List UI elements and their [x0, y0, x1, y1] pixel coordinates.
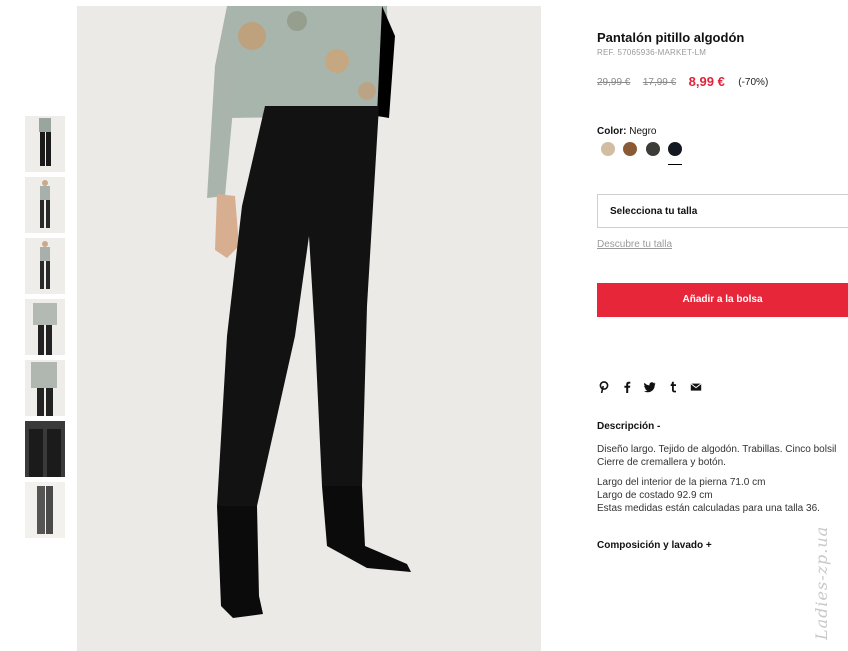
twitter-icon[interactable] — [643, 379, 657, 395]
tumblr-icon[interactable] — [666, 379, 680, 395]
price-current: 8,99 € — [688, 74, 725, 89]
measurement-outseam: Largo de costado 92.9 cm — [597, 490, 713, 501]
thumbnail-1[interactable] — [25, 116, 65, 172]
thumbnail-7[interactable] — [25, 482, 65, 538]
price-previous: 17,99 € — [642, 77, 677, 88]
description-line-1: Diseño largo. Tejido de algodón. Trabill… — [597, 444, 837, 455]
add-to-bag-button[interactable]: Añadir a la bolsa — [597, 283, 848, 317]
color-label: Color: — [597, 126, 627, 137]
swatch-dark-grey[interactable] — [646, 142, 660, 156]
thumbnail-3[interactable] — [25, 238, 65, 294]
measurement-note: Estas medidas están calculadas para una … — [597, 503, 820, 514]
facebook-icon[interactable] — [620, 379, 634, 395]
pinterest-icon[interactable] — [597, 379, 611, 395]
product-main-image — [77, 6, 541, 651]
watermark: Ladies-zp.ua — [812, 525, 831, 640]
description-heading[interactable]: Descripción - — [597, 421, 660, 432]
color-selected: Negro — [629, 126, 657, 137]
discount-badge: (-70%) — [738, 77, 769, 88]
description-line-2: Cierre de cremallera y botón. — [597, 457, 726, 468]
thumbnail-5[interactable] — [25, 360, 65, 416]
selected-swatch-indicator — [668, 164, 682, 165]
price-block: 29,99 € 17,99 € 8,99 € (-70%) — [597, 72, 768, 90]
color-label-row: Color: Negro — [597, 126, 656, 137]
swatch-black[interactable] — [668, 142, 682, 156]
thumbnail-6[interactable] — [25, 421, 65, 477]
thumbnail-4[interactable] — [25, 299, 65, 355]
email-icon[interactable] — [689, 379, 703, 395]
measurement-inseam: Largo del interior de la pierna 71.0 cm — [597, 477, 766, 488]
product-ref: REF. 57065936-MARKET-LM — [597, 48, 707, 57]
swatch-beige[interactable] — [601, 142, 615, 156]
swatch-brown[interactable] — [623, 142, 637, 156]
product-title: Pantalón pitillo algodón — [597, 30, 745, 45]
size-guide-link[interactable]: Descubre tu talla — [597, 239, 672, 250]
size-select[interactable]: Selecciona tu talla — [597, 194, 848, 228]
price-original: 29,99 € — [597, 77, 631, 88]
composition-heading[interactable]: Composición y lavado + — [597, 540, 712, 551]
thumbnail-2[interactable] — [25, 177, 65, 233]
